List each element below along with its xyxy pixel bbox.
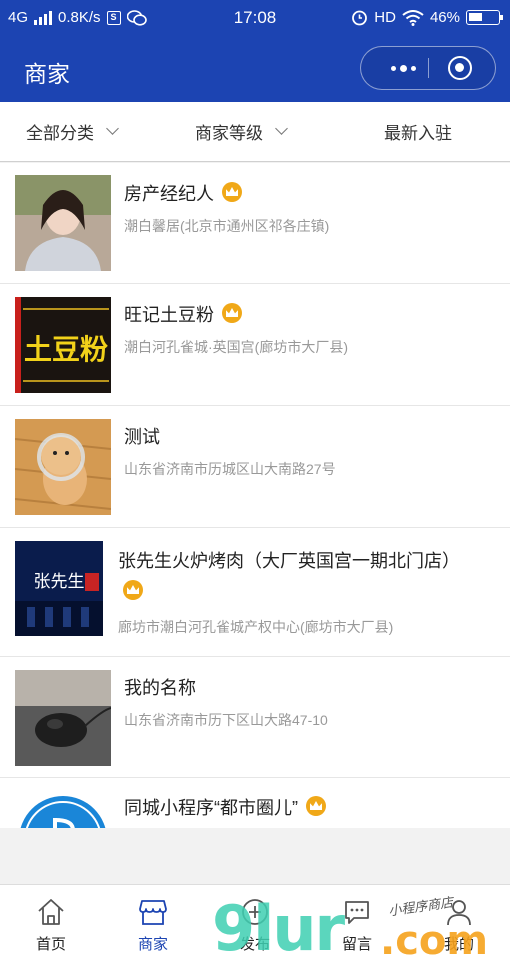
capsule-divider bbox=[428, 58, 429, 78]
merchant-name: 测试 bbox=[124, 427, 160, 447]
filter-all-categories[interactable]: 全部分类 bbox=[26, 102, 119, 160]
hd-indicator: HD bbox=[374, 9, 396, 26]
merchant-address: 山东省济南市历下区山大路47-10 bbox=[124, 712, 328, 728]
merchant-address: 山东省济南市历城区山大南路27号 bbox=[124, 461, 336, 477]
merchant-item[interactable]: 土豆粉 旺记土豆粉 潮白河孔雀城·英国宫(廊坊市大厂县) bbox=[0, 284, 510, 406]
crown-icon bbox=[222, 303, 242, 323]
merchant-name: 房产经纪人 bbox=[124, 180, 242, 206]
more-menu-button[interactable] bbox=[377, 47, 429, 89]
merchant-list: 房产经纪人 潮白馨居(北京市通州区祁各庄镇) 土豆粉 旺记土豆粉 潮白河孔雀城·… bbox=[0, 163, 510, 828]
merchant-item[interactable]: 同城小程序“都市圈儿” bbox=[0, 778, 510, 828]
home-icon bbox=[38, 899, 64, 925]
close-mini-program-button[interactable] bbox=[448, 56, 472, 80]
wifi-icon bbox=[402, 9, 424, 26]
merchant-thumbnail bbox=[15, 670, 111, 766]
battery-icon bbox=[466, 10, 503, 25]
merchant-name: 旺记土豆粉 bbox=[124, 301, 242, 327]
merchant-item[interactable]: 我的名称 山东省济南市历下区山大路47-10 bbox=[0, 657, 510, 778]
merchant-item[interactable]: 房产经纪人 潮白馨居(北京市通州区祁各庄镇) bbox=[0, 163, 510, 284]
tab-merchants-label: 商家 bbox=[137, 936, 168, 953]
watermark-domain: .com bbox=[380, 918, 489, 960]
tab-home[interactable]: 首页 bbox=[0, 885, 102, 960]
merchant-name: 张先生火炉烤肉（大厂英国宫一期北门店） bbox=[118, 546, 498, 608]
merchant-address: 潮白馨居(北京市通州区祁各庄镇) bbox=[124, 218, 330, 234]
filter-newest[interactable]: 最新入驻 bbox=[384, 102, 452, 160]
alarm-icon bbox=[352, 10, 368, 26]
merchant-address: 廊坊市潮白河孔雀城产权中心(廊坊市大厂县) bbox=[118, 619, 394, 635]
tab-merchants[interactable]: 商家 bbox=[102, 885, 204, 960]
logo-text: 张先生 bbox=[34, 572, 85, 592]
watermark-logo: 9lur bbox=[212, 892, 345, 960]
crown-icon bbox=[222, 182, 242, 202]
filter-merchant-level-label: 商家等级 bbox=[195, 123, 263, 143]
chevron-down-icon bbox=[275, 122, 288, 135]
mini-program-capsule bbox=[360, 46, 496, 90]
message-icon bbox=[345, 901, 369, 924]
merchant-item[interactable]: 张先生 张先生火炉烤肉（大厂英国宫一期北门店） 廊坊市潮白河孔雀城产权中心(廊坊… bbox=[0, 528, 510, 657]
merchant-thumbnail bbox=[15, 792, 111, 828]
crown-icon bbox=[123, 580, 143, 600]
filter-bar: 全部分类 商家等级 最新入驻 bbox=[0, 102, 510, 162]
merchant-address: 潮白河孔雀城·英国宫(廊坊市大厂县) bbox=[124, 339, 348, 355]
merchant-item[interactable]: 测试 山东省济南市历城区山大南路27号 bbox=[0, 406, 510, 528]
status-bar: 4G 0.8K/s S 17:08 HD 46% bbox=[0, 0, 510, 36]
store-icon bbox=[139, 900, 167, 925]
nav-bar: 商家 bbox=[0, 36, 510, 102]
merchant-thumbnail: 土豆粉 bbox=[15, 297, 111, 393]
page-title: 商家 bbox=[24, 61, 70, 87]
crown-icon bbox=[306, 796, 326, 816]
battery-percent: 46% bbox=[429, 9, 460, 26]
filter-newest-label: 最新入驻 bbox=[384, 123, 452, 143]
chevron-down-icon bbox=[106, 122, 119, 135]
merchant-name: 同城小程序“都市圈儿” bbox=[124, 794, 326, 820]
filter-all-categories-label: 全部分类 bbox=[26, 123, 94, 143]
tab-home-label: 首页 bbox=[35, 936, 66, 953]
logo-text: 土豆粉 bbox=[24, 333, 108, 366]
merchant-thumbnail bbox=[15, 175, 111, 271]
merchant-thumbnail: 张先生 bbox=[15, 541, 103, 636]
filter-merchant-level[interactable]: 商家等级 bbox=[195, 102, 288, 160]
status-right: HD 46% bbox=[351, 9, 503, 26]
merchant-name: 我的名称 bbox=[124, 678, 196, 698]
merchant-thumbnail bbox=[15, 419, 111, 515]
